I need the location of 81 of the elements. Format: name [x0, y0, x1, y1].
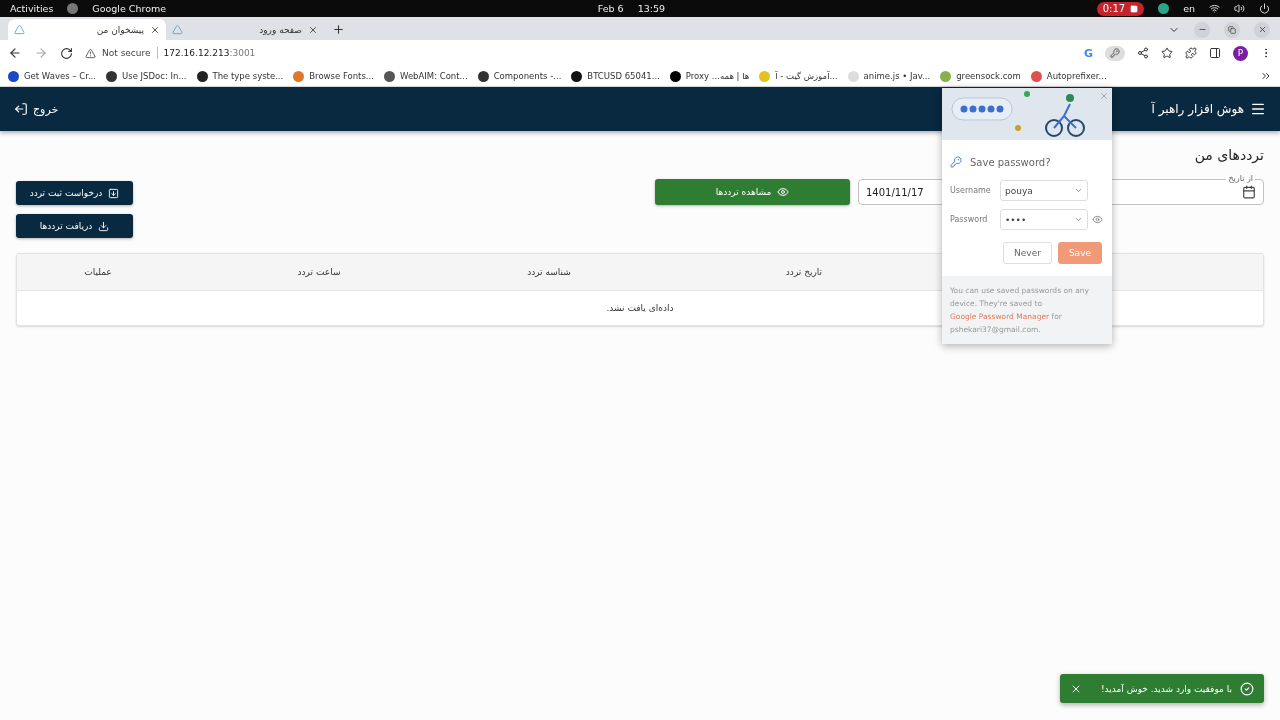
browser-tab[interactable]: پیشخوان من: [8, 19, 166, 40]
column-header: شناسه تردد: [526, 267, 572, 277]
close-icon: [1099, 91, 1109, 101]
stop-icon: [1130, 4, 1139, 13]
bookmark[interactable]: Browse Fonts...: [293, 70, 374, 82]
action-button[interactable]: درخواست ثبت تردد: [16, 181, 133, 205]
chrome-icon: [67, 3, 79, 14]
column-header: ساعت تردد: [296, 267, 342, 277]
view-button[interactable]: مشاهده ترددها: [655, 179, 850, 205]
triangle-logo-icon: [14, 24, 25, 35]
power-icon[interactable]: [1259, 3, 1270, 14]
url-text[interactable]: 172.16.12.213:3001: [163, 48, 256, 58]
restore-icon: [1228, 25, 1236, 34]
arrow-box-icon: [108, 187, 120, 199]
password-key-button[interactable]: [1105, 45, 1125, 61]
popup-title: Save password?: [970, 156, 1051, 168]
activities-button[interactable]: Activities: [10, 3, 54, 14]
language-indicator[interactable]: en: [1183, 3, 1195, 14]
reload-icon[interactable]: [60, 46, 73, 60]
close-window-button[interactable]: [1254, 21, 1270, 38]
download-icon: [98, 220, 110, 232]
bookmark[interactable]: greensock.com: [940, 70, 1021, 82]
date-text: Feb 6: [597, 3, 624, 14]
triangle-logo-icon: [172, 24, 183, 35]
password-label: Password: [950, 215, 989, 224]
bookmark[interactable]: WebAIM: Cont...: [383, 70, 468, 82]
profile-avatar[interactable]: P: [1233, 45, 1248, 61]
bookmark[interactable]: anime.js • Jav...: [847, 70, 931, 82]
bookmark[interactable]: Use JSDoc: In...: [106, 70, 187, 82]
field-label: از تاریخ: [1226, 174, 1255, 184]
bookmark[interactable]: Autoprefixer...: [1030, 70, 1107, 82]
volume-icon[interactable]: [1234, 3, 1245, 14]
key-icon: [1110, 48, 1120, 58]
page-title: ترددهای من: [1194, 147, 1264, 163]
bookmark[interactable]: Proxy ...ها | همه: [669, 70, 750, 82]
restore-button[interactable]: [1224, 21, 1240, 38]
chevron-down-icon: [1074, 215, 1083, 224]
eye-icon[interactable]: [1092, 214, 1103, 225]
empty-message: داده‌ای یافت نشد.: [606, 303, 674, 313]
logout-icon: [14, 102, 28, 116]
clock-text: 13:59: [637, 3, 666, 14]
bookmark[interactable]: BTCUSD 65041...: [571, 70, 660, 82]
share-icon[interactable]: [1137, 47, 1149, 59]
eye-icon: [777, 186, 790, 198]
extensions-icon[interactable]: [1185, 47, 1197, 59]
bookmark[interactable]: The type syste...: [196, 70, 284, 82]
column-header: عملیات: [83, 267, 113, 277]
wifi-icon[interactable]: [1209, 3, 1220, 14]
toast-message: با موفقیت وارد شدید. خوش آمدید!: [1099, 683, 1232, 694]
popup-button[interactable]: Never: [1003, 242, 1052, 264]
new-tab-icon[interactable]: [332, 23, 345, 36]
back-icon[interactable]: [8, 46, 22, 60]
password-select[interactable]: ••••: [1000, 209, 1088, 230]
bookmark[interactable]: Get Waves – Cr...: [8, 70, 97, 82]
logout-button[interactable]: خروج: [14, 102, 59, 116]
username-label: Username: [950, 186, 992, 195]
bookmark[interactable]: آموزش گیت - آ...: [759, 70, 838, 82]
field-value: 1401/11/17: [866, 186, 924, 198]
app-name: Google Chrome: [92, 3, 167, 14]
warning-icon: [85, 47, 96, 59]
google-icon[interactable]: G: [1083, 46, 1093, 60]
check-icon: [1240, 681, 1254, 696]
chevron-down-icon: [1074, 186, 1083, 195]
side-panel-icon[interactable]: [1209, 47, 1221, 59]
close-icon[interactable]: [150, 24, 160, 35]
tray-app-icon: [1158, 3, 1170, 14]
security-label: Not secure: [102, 48, 151, 58]
bookmark[interactable]: Components -...: [477, 70, 562, 82]
close-icon[interactable]: [308, 24, 318, 35]
star-icon[interactable]: [1161, 47, 1173, 59]
calendar-icon[interactable]: [1242, 185, 1256, 199]
more-bookmarks-icon[interactable]: [1260, 70, 1272, 82]
key-icon: [950, 156, 962, 168]
column-header: تاریخ تردد: [784, 267, 824, 277]
app-title: هوش افزار راهبر آ: [1151, 102, 1244, 116]
browser-tab[interactable]: صفحه ورود: [166, 19, 324, 40]
action-button[interactable]: دریافت ترددها: [16, 214, 133, 238]
recording-indicator[interactable]: 0:17: [1096, 1, 1145, 16]
menu-icon[interactable]: [1250, 101, 1266, 117]
close-icon: [1257, 25, 1267, 34]
username-select[interactable]: pouya: [1000, 180, 1088, 201]
